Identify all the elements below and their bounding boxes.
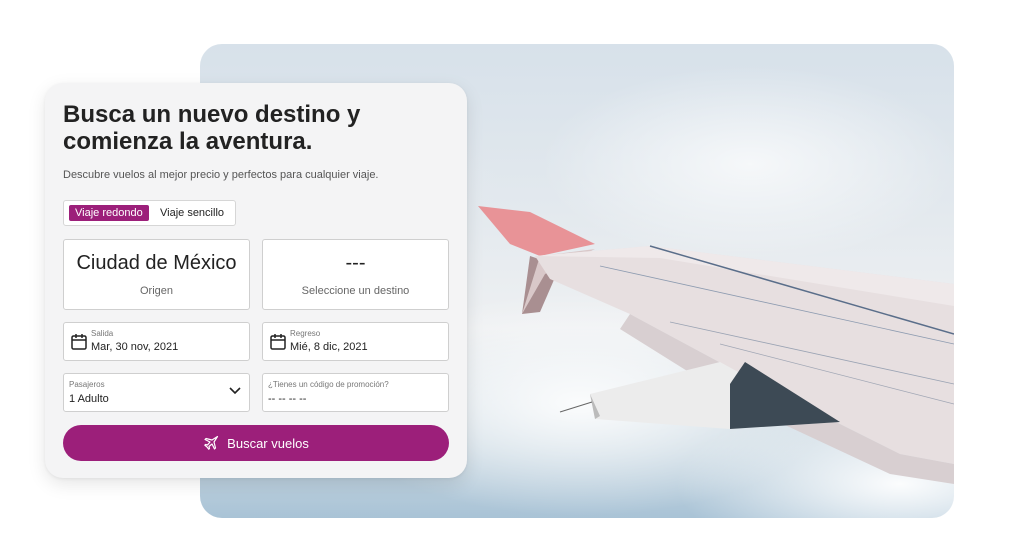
origin-label: Origen xyxy=(139,285,174,297)
search-flights-button[interactable]: Buscar vuelos xyxy=(63,425,449,461)
promo-code-field[interactable]: ¿Tienes un código de promoción? -- -- --… xyxy=(262,373,449,412)
search-flights-label: Buscar vuelos xyxy=(227,435,309,451)
chevron-down-icon xyxy=(229,387,241,395)
origin-city: Ciudad de México xyxy=(76,252,237,274)
page-subtitle: Descubre vuelos al mejor precio y perfec… xyxy=(63,169,379,181)
promo-value: -- -- -- -- xyxy=(268,393,307,405)
departure-date-field[interactable]: Salida Mar, 30 nov, 2021 xyxy=(63,322,250,361)
passengers-label: Pasajeros xyxy=(69,380,105,389)
destination-label: Seleccione un destino xyxy=(301,285,410,297)
calendar-icon xyxy=(270,334,286,350)
trip-type-one-way[interactable]: Viaje sencillo xyxy=(154,205,230,221)
return-value: Mié, 8 dic, 2021 xyxy=(290,341,368,353)
passengers-select[interactable]: Pasajeros 1 Adulto xyxy=(63,373,250,412)
destination-selector[interactable]: --- Seleccione un destino xyxy=(262,239,449,310)
calendar-icon xyxy=(71,334,87,350)
trip-type-toggle: Viaje redondo Viaje sencillo xyxy=(63,200,236,226)
promo-label: ¿Tienes un código de promoción? xyxy=(268,380,389,389)
flight-search-card: Busca un nuevo destino y comienza la ave… xyxy=(45,83,467,478)
airplane-icon xyxy=(204,435,219,450)
destination-city: --- xyxy=(345,252,366,274)
page-title: Busca un nuevo destino y comienza la ave… xyxy=(63,101,361,155)
return-date-field[interactable]: Regreso Mié, 8 dic, 2021 xyxy=(262,322,449,361)
return-label: Regreso xyxy=(290,329,321,338)
departure-value: Mar, 30 nov, 2021 xyxy=(91,341,179,353)
origin-selector[interactable]: Ciudad de México Origen xyxy=(63,239,250,310)
trip-type-round-trip[interactable]: Viaje redondo xyxy=(69,205,149,221)
passengers-value: 1 Adulto xyxy=(69,393,109,405)
departure-label: Salida xyxy=(91,329,114,338)
